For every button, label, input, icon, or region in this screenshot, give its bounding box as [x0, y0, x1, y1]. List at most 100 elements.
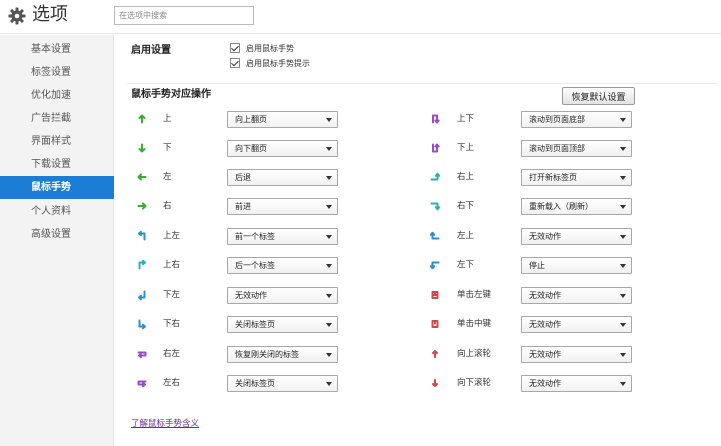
gesture-label-right-8: 向上滚轮: [457, 349, 492, 359]
wheel-up-icon: [428, 347, 442, 361]
gesture-action-select-right-9[interactable]: 无效动作: [521, 375, 632, 392]
gesture-label-left-9: 左右: [163, 378, 181, 388]
gesture-label-left-6: 下左: [163, 290, 181, 300]
left-right-icon: [135, 376, 149, 390]
down-left-icon: [135, 288, 149, 302]
gesture-label-left-1: 下: [163, 143, 172, 153]
chevron-down-icon: [620, 323, 626, 327]
enable-gesture-hint-option[interactable]: 启用鼠标手势提示: [230, 56, 310, 70]
gesture-action-value: 无效动作: [529, 291, 561, 300]
gesture-action-value: 停止: [529, 261, 545, 270]
left-up-icon: [428, 229, 442, 243]
enable-gesture-hint-label: 启用鼠标手势提示: [246, 58, 310, 68]
gesture-section-title: 鼠标手势对应操作: [131, 89, 211, 100]
right-left-icon: [135, 347, 149, 361]
gesture-action-select-left-2[interactable]: 后退: [227, 169, 338, 186]
chevron-down-icon: [620, 205, 626, 209]
gesture-action-value: 无效动作: [529, 350, 561, 359]
gesture-action-select-left-7[interactable]: 关闭标签页: [227, 316, 338, 333]
search-input[interactable]: [114, 6, 254, 25]
gesture-action-select-left-5[interactable]: 后一个标签: [227, 257, 338, 274]
chevron-down-icon: [326, 323, 332, 327]
gesture-action-select-left-6[interactable]: 无效动作: [227, 287, 338, 304]
wheel-down-icon: [428, 376, 442, 390]
arrow-down-icon: [135, 141, 149, 155]
gesture-action-value: 无效动作: [529, 379, 561, 388]
gesture-action-select-right-6[interactable]: 无效动作: [521, 287, 632, 304]
chevron-down-icon: [620, 264, 626, 268]
sidebar-item-tabs[interactable]: 标签设置: [0, 61, 114, 84]
middle-click-icon: [428, 317, 442, 331]
gesture-label-right-2: 右上: [457, 172, 475, 182]
gesture-action-select-right-5[interactable]: 停止: [521, 257, 632, 274]
restore-defaults-button[interactable]: 恢复默认设置: [562, 87, 635, 105]
left-click-icon: [428, 288, 442, 302]
gesture-action-select-right-8[interactable]: 无效动作: [521, 346, 632, 363]
gesture-action-select-right-2[interactable]: 打开新标签页: [521, 169, 632, 186]
down-right-icon: [135, 317, 149, 331]
chevron-down-icon: [326, 353, 332, 357]
arrow-left-icon: [135, 170, 149, 184]
gesture-action-select-right-3[interactable]: 重新载入（刷新）: [521, 198, 632, 215]
enable-section-title: 启用设置: [131, 45, 171, 56]
sidebar-item-appearance[interactable]: 界面样式: [0, 130, 114, 153]
gesture-action-value: 向下翻页: [235, 144, 267, 153]
sidebar-item-basic[interactable]: 基本设置: [0, 38, 114, 61]
enable-gesture-option[interactable]: 启用鼠标手势: [230, 41, 294, 55]
arrow-up-icon: [135, 112, 149, 126]
right-up-icon: [428, 170, 442, 184]
chevron-down-icon: [326, 118, 332, 122]
sidebar-item-profile[interactable]: 个人资料: [0, 200, 114, 223]
gesture-action-select-right-0[interactable]: 滚动到页面底部: [521, 111, 632, 128]
gesture-label-right-0: 上下: [457, 114, 475, 124]
gesture-action-select-right-7[interactable]: 无效动作: [521, 316, 632, 333]
up-left-icon: [135, 229, 149, 243]
chevron-down-icon: [326, 382, 332, 386]
gesture-action-value: 重新载入（刷新）: [529, 202, 593, 211]
sidebar-item-download[interactable]: 下载设置: [0, 153, 114, 176]
sidebar-item-adblock[interactable]: 广告拦截: [0, 107, 114, 130]
chevron-down-icon: [326, 176, 332, 180]
up-down-icon: [428, 112, 442, 126]
sidebar-item-mouse-gesture[interactable]: 鼠标手势: [0, 176, 114, 199]
enable-gesture-checkbox[interactable]: [230, 43, 240, 53]
gesture-label-right-9: 向下滚轮: [457, 378, 492, 388]
arrow-right-icon: [135, 199, 149, 213]
gesture-label-right-6: 单击左键: [457, 290, 492, 300]
chevron-down-icon: [620, 353, 626, 357]
gesture-label-right-3: 右下: [457, 201, 475, 211]
gesture-label-left-0: 上: [163, 114, 172, 124]
chevron-down-icon: [620, 235, 626, 239]
enable-gesture-label: 启用鼠标手势: [246, 43, 294, 53]
gesture-label-right-4: 左上: [457, 231, 475, 241]
gesture-label-right-5: 左下: [457, 260, 475, 270]
gesture-action-value: 后一个标签: [235, 261, 275, 270]
gesture-action-select-left-0[interactable]: 向上翻页: [227, 111, 338, 128]
enable-gesture-hint-checkbox[interactable]: [230, 58, 240, 68]
chevron-down-icon: [620, 176, 626, 180]
gesture-label-left-7: 下右: [163, 319, 181, 329]
gesture-action-value: 打开新标签页: [529, 173, 577, 182]
gesture-label-left-2: 左: [163, 172, 172, 182]
chevron-down-icon: [620, 294, 626, 298]
gesture-action-select-right-4[interactable]: 无效动作: [521, 228, 632, 245]
gesture-action-value: 向上翻页: [235, 115, 267, 124]
learn-gesture-link[interactable]: 了解鼠标手势含义: [131, 417, 199, 429]
gesture-action-value: 后退: [235, 173, 251, 182]
gesture-action-select-left-1[interactable]: 向下翻页: [227, 140, 338, 157]
sidebar-item-advanced[interactable]: 高级设置: [0, 223, 114, 246]
right-down-icon: [428, 199, 442, 213]
gesture-label-left-3: 右: [163, 201, 172, 211]
gesture-action-value: 前一个标签: [235, 232, 275, 241]
gesture-action-value: 无效动作: [529, 232, 561, 241]
gesture-action-select-left-4[interactable]: 前一个标签: [227, 228, 338, 245]
gesture-action-value: 滚动到页面顶部: [529, 144, 585, 153]
gesture-action-select-right-1[interactable]: 滚动到页面顶部: [521, 140, 632, 157]
sidebar-item-optimize[interactable]: 优化加速: [0, 84, 114, 107]
gesture-action-select-left-9[interactable]: 关闭标签页: [227, 375, 338, 392]
gesture-action-select-left-8[interactable]: 恢复刚关闭的标签: [227, 346, 338, 363]
gesture-action-value: 关闭标签页: [235, 320, 275, 329]
chevron-down-icon: [326, 147, 332, 151]
down-up-icon: [428, 141, 442, 155]
gesture-action-select-left-3[interactable]: 前进: [227, 198, 338, 215]
